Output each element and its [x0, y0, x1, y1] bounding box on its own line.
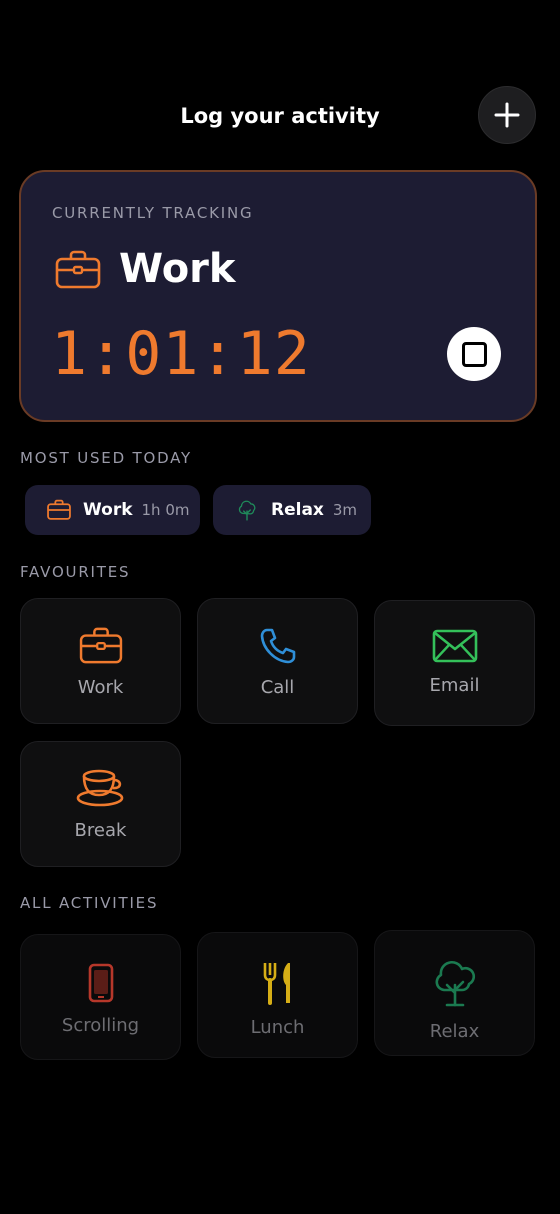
tile-label: Scrolling: [61, 1015, 140, 1036]
most-used-chip-work[interactable]: Work 1h 0m: [25, 485, 200, 535]
stop-icon: [461, 341, 487, 367]
tree-icon: [238, 500, 256, 521]
envelope-icon: [432, 629, 477, 663]
tile-label: Call: [260, 677, 295, 698]
tracking-timer: 1:01:12: [51, 319, 311, 389]
tracking-activity-name: Work: [119, 246, 236, 292]
activity-log-screen: Log your activity CURRENTLY TRACKING Wor…: [0, 0, 560, 1214]
briefcase-icon: [79, 627, 122, 664]
tile-label: Email: [429, 675, 480, 696]
favourite-tile-email[interactable]: Email: [374, 600, 535, 726]
chip-duration: 3m: [332, 501, 358, 519]
favourites-heading: FAVOURITES: [20, 563, 131, 581]
tile-label: Relax: [429, 1021, 480, 1042]
chip-label: Relax: [271, 500, 324, 520]
activity-tile-relax[interactable]: Relax: [374, 930, 535, 1056]
most-used-chip-relax[interactable]: Relax 3m: [213, 485, 371, 535]
all-activities-heading: ALL ACTIVITIES: [20, 894, 159, 912]
fork-knife-icon: [263, 963, 290, 1005]
favourite-tile-call[interactable]: Call: [197, 598, 358, 724]
favourite-tile-work[interactable]: Work: [20, 598, 181, 724]
tile-label: Work: [77, 677, 124, 698]
smartphone-icon: [88, 963, 113, 1003]
plus-icon: [494, 102, 520, 128]
stop-tracking-button[interactable]: [447, 327, 501, 381]
most-used-heading: MOST USED TODAY: [20, 449, 193, 467]
activity-tile-scrolling[interactable]: Scrolling: [20, 934, 181, 1060]
tile-label: Lunch: [250, 1017, 305, 1038]
chip-duration: 1h 0m: [141, 501, 190, 519]
tracking-label: CURRENTLY TRACKING: [52, 204, 254, 222]
favourite-tile-break[interactable]: Break: [20, 741, 181, 867]
briefcase-icon: [47, 499, 71, 520]
activity-tile-lunch[interactable]: Lunch: [197, 932, 358, 1058]
tile-label: Break: [74, 820, 127, 841]
add-activity-button[interactable]: [478, 86, 536, 144]
coffee-cup-icon: [76, 769, 123, 807]
chip-label: Work: [83, 500, 133, 520]
current-tracking-card[interactable]: CURRENTLY TRACKING Work 1:01:12: [19, 170, 537, 422]
tree-icon: [435, 960, 475, 1007]
briefcase-icon: [55, 250, 101, 289]
phone-icon: [260, 628, 295, 664]
page-title: Log your activity: [180, 104, 380, 128]
